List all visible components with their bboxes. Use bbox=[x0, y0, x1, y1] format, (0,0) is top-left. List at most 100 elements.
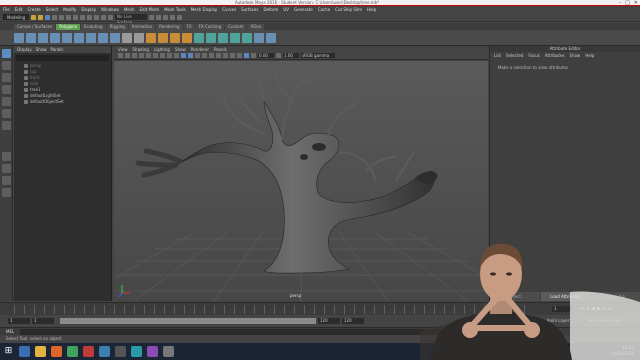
exposure-icon[interactable] bbox=[251, 53, 256, 58]
camera-lock-icon[interactable] bbox=[125, 53, 130, 58]
motion-blur-icon[interactable] bbox=[223, 53, 228, 58]
poly-plane-icon[interactable] bbox=[74, 32, 84, 43]
windows-start-icon[interactable]: ⊞ bbox=[3, 346, 14, 357]
chrome-icon[interactable] bbox=[67, 346, 78, 357]
menu-file[interactable]: File bbox=[3, 7, 10, 12]
wireframe-icon[interactable] bbox=[181, 53, 186, 58]
gate-mask-icon[interactable] bbox=[167, 53, 172, 58]
redo-icon[interactable] bbox=[59, 14, 64, 20]
image-plane-icon[interactable] bbox=[139, 53, 144, 58]
exposure-field[interactable]: 0.00 bbox=[258, 53, 274, 58]
menu-mesh-tools[interactable]: Mesh Tools bbox=[164, 7, 186, 12]
outliner-menu-display[interactable]: Display bbox=[17, 47, 32, 52]
start-time-field[interactable]: 1 bbox=[8, 318, 30, 324]
scale-tool-icon[interactable] bbox=[2, 109, 11, 118]
save-scene-icon[interactable] bbox=[45, 14, 50, 20]
menu-surfaces[interactable]: Surfaces bbox=[241, 7, 258, 12]
snap-surface-icon[interactable] bbox=[108, 14, 113, 20]
steam-icon[interactable] bbox=[115, 346, 126, 357]
menu-help[interactable]: Help bbox=[367, 7, 376, 12]
menu-edit-mesh[interactable]: Edit Mesh bbox=[140, 7, 160, 12]
end-time-field[interactable]: 120 bbox=[342, 318, 364, 324]
photoshop-icon[interactable] bbox=[99, 346, 110, 357]
attr-menu-show[interactable]: Show bbox=[570, 53, 581, 58]
super-shape-icon[interactable] bbox=[110, 32, 120, 43]
menu-cut-ship-slim[interactable]: Cut Ship Slim bbox=[335, 7, 362, 12]
last-tool-icon[interactable] bbox=[2, 121, 11, 130]
maya-taskbar-icon[interactable] bbox=[131, 346, 142, 357]
menu-create[interactable]: Create bbox=[27, 7, 40, 12]
viewport-menu-shading[interactable]: Shading bbox=[133, 47, 149, 52]
grid-toggle-icon[interactable] bbox=[146, 53, 151, 58]
menu-modify[interactable]: Modify bbox=[63, 7, 76, 12]
attr-menu-attributes[interactable]: Attributes bbox=[545, 53, 565, 58]
isolate-select-icon[interactable] bbox=[237, 53, 242, 58]
select-component-icon[interactable] bbox=[80, 14, 85, 20]
multi-cut-icon[interactable] bbox=[242, 32, 252, 43]
poly-cube-icon[interactable] bbox=[26, 32, 36, 43]
range-start-field[interactable]: 1 bbox=[32, 318, 54, 324]
outliner-menu-show[interactable]: Show bbox=[36, 47, 47, 52]
firefox-icon[interactable] bbox=[51, 346, 62, 357]
file-explorer-icon[interactable] bbox=[35, 346, 46, 357]
snap-grid-icon[interactable] bbox=[87, 14, 92, 20]
range-end-field[interactable]: 120 bbox=[318, 318, 340, 324]
platonic-solid-icon[interactable] bbox=[98, 32, 108, 43]
move-tool-icon[interactable] bbox=[2, 85, 11, 94]
snap-curve-icon[interactable] bbox=[94, 14, 99, 20]
outliner-search-input[interactable] bbox=[16, 55, 109, 61]
open-scene-icon[interactable] bbox=[38, 14, 43, 20]
ambient-occlusion-icon[interactable] bbox=[216, 53, 221, 58]
recorder-icon[interactable] bbox=[147, 346, 158, 357]
menu-select[interactable]: Select bbox=[46, 7, 58, 12]
resolution-gate-icon[interactable] bbox=[160, 53, 165, 58]
film-gate-icon[interactable] bbox=[153, 53, 158, 58]
bookmark-icon[interactable] bbox=[132, 53, 137, 58]
smooth-icon[interactable] bbox=[146, 32, 156, 43]
render-frame-icon[interactable] bbox=[156, 14, 161, 20]
select-object-icon[interactable] bbox=[73, 14, 78, 20]
app-icon[interactable] bbox=[163, 346, 174, 357]
select-hierarchy-icon[interactable] bbox=[66, 14, 71, 20]
textured-icon[interactable] bbox=[195, 53, 200, 58]
single-pane-layout-icon[interactable] bbox=[2, 152, 11, 161]
menu-mesh-display[interactable]: Mesh Display bbox=[191, 7, 218, 12]
viewport-menu-panels[interactable]: Panels bbox=[214, 47, 227, 52]
live-surface-field[interactable]: No Live Surface bbox=[115, 14, 147, 25]
xray-icon[interactable] bbox=[244, 53, 249, 58]
viewport-menu-view[interactable]: View bbox=[118, 47, 128, 52]
lasso-tool-icon[interactable] bbox=[2, 61, 11, 70]
gamma-field[interactable]: 1.00 bbox=[283, 53, 299, 58]
menu-deform[interactable]: Deform bbox=[263, 7, 278, 12]
select-tool-icon[interactable] bbox=[2, 49, 11, 58]
poly-cone-icon[interactable] bbox=[50, 32, 60, 43]
outliner-menu-panels[interactable]: Panels bbox=[51, 47, 64, 52]
four-pane-layout-icon[interactable] bbox=[2, 164, 11, 173]
color-space-dropdown[interactable]: sRGB gamma bbox=[301, 53, 335, 58]
poly-sphere-icon[interactable] bbox=[14, 32, 24, 43]
render-settings-icon[interactable] bbox=[170, 14, 175, 20]
target-weld-icon[interactable] bbox=[254, 32, 264, 43]
menu-set-dropdown[interactable]: Modeling bbox=[3, 14, 29, 20]
field-chart-icon[interactable] bbox=[174, 53, 179, 58]
extrude-icon[interactable] bbox=[194, 32, 204, 43]
poly-disc-icon[interactable] bbox=[86, 32, 96, 43]
snap-point-icon[interactable] bbox=[101, 14, 106, 20]
boolean-difference-icon[interactable] bbox=[170, 32, 180, 43]
shadows-icon[interactable] bbox=[209, 53, 214, 58]
poly-cylinder-icon[interactable] bbox=[38, 32, 48, 43]
attr-menu-focus[interactable]: Focus bbox=[528, 53, 539, 58]
poly-torus-icon[interactable] bbox=[62, 32, 72, 43]
fill-hole-icon[interactable] bbox=[230, 32, 240, 43]
boolean-union-icon[interactable] bbox=[158, 32, 168, 43]
attr-menu-list[interactable]: List bbox=[494, 53, 501, 58]
hypershade-icon[interactable] bbox=[177, 14, 182, 20]
media-player-icon[interactable] bbox=[83, 346, 94, 357]
paint-select-icon[interactable] bbox=[2, 73, 11, 82]
two-pane-layout-icon[interactable] bbox=[2, 176, 11, 185]
mirror-icon[interactable] bbox=[182, 32, 192, 43]
viewport-menu-show[interactable]: Show bbox=[175, 47, 186, 52]
bevel-icon[interactable] bbox=[206, 32, 216, 43]
undo-icon[interactable] bbox=[52, 14, 57, 20]
menu-curves[interactable]: Curves bbox=[222, 7, 236, 12]
